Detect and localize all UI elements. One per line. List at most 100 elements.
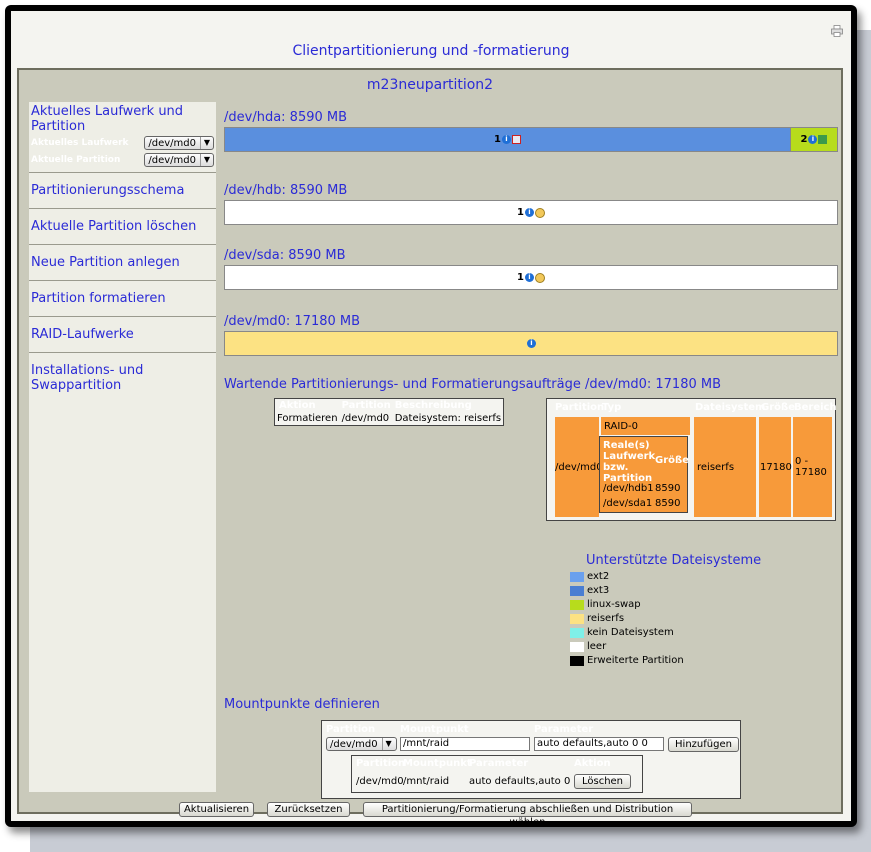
legend-swatch xyxy=(570,627,584,638)
drive-bar-hdb: 1i xyxy=(224,200,838,225)
column-header: Mountpunkt xyxy=(400,724,469,735)
drive-label-md0: /dev/md0: 17180 MB xyxy=(224,314,361,329)
column-header: Dateisystem xyxy=(695,402,766,413)
column-header: Größe xyxy=(655,455,689,466)
legend-swatch xyxy=(570,655,584,666)
column-header: Parameter xyxy=(469,758,529,769)
current-drive-label: Aktuelles Laufwerk xyxy=(31,138,129,148)
partition-segment[interactable]: 1i xyxy=(225,201,837,224)
column-header: Partition xyxy=(341,400,391,411)
raid-range: 0 - 17180 xyxy=(793,417,832,517)
search-icon[interactable] xyxy=(534,207,545,218)
sidebar-item-label: Partition formatieren xyxy=(31,291,166,306)
raid-size: 17180 xyxy=(759,417,792,517)
drive-label-sda: /dev/sda: 8590 MB xyxy=(224,248,346,263)
current-drive-select[interactable]: /dev/md0 ▼ xyxy=(144,136,214,150)
mount-panel: Partition Mountpunkt Parameter /dev/md0 ▼… xyxy=(321,720,741,799)
mount-partition-select[interactable]: /dev/md0 ▼ xyxy=(326,737,397,751)
sidebar-item-label: Neue Partition anlegen xyxy=(31,255,180,270)
mount-row-mountpoint: /mnt/raid xyxy=(403,776,450,787)
legend-item: leer xyxy=(570,641,606,652)
raid-range-value: 0 - 17180 xyxy=(795,456,827,478)
info-icon[interactable]: i xyxy=(527,339,536,348)
column-header: Partition xyxy=(555,402,605,413)
parameter-input[interactable]: auto defaults,auto 0 0 xyxy=(534,737,664,751)
drive-label-hda: /dev/hda: 8590 MB xyxy=(224,110,348,125)
legend-swatch xyxy=(570,571,584,582)
info-icon[interactable]: i xyxy=(808,135,818,144)
jobs-heading: Wartende Partitionierungs- und Formatier… xyxy=(224,377,722,392)
printer-icon[interactable] xyxy=(831,25,843,37)
current-drive-heading[interactable]: Aktuelles Laufwerk und Partition xyxy=(31,104,214,134)
current-partition-select[interactable]: /dev/md0 ▼ xyxy=(144,153,214,167)
raid-member-size: 8590 xyxy=(655,498,681,509)
raid-member-device: /dev/sda1 xyxy=(603,498,653,509)
column-header: Reale(s) Laufwerk bzw. Partition xyxy=(603,440,656,484)
mount-heading: Mountpunkte definieren xyxy=(224,697,380,712)
legend-item: reiserfs xyxy=(570,613,624,624)
legend-label: leer xyxy=(587,641,607,652)
raid-type-value: RAID-0 xyxy=(604,420,639,432)
swap-icon[interactable] xyxy=(818,135,828,144)
column-header: Größe xyxy=(761,402,795,413)
mount-list-table: Partition Mountpunkt Parameter Aktion /d… xyxy=(351,755,643,793)
sidebar-item-partitioning-scheme[interactable]: Partitionierungsschema xyxy=(29,173,216,209)
delete-mountpoint-button[interactable]: Löschen xyxy=(574,774,631,789)
legend-label: linux-swap xyxy=(587,599,641,610)
info-icon[interactable]: i xyxy=(501,135,511,144)
column-header: Beschreibung xyxy=(394,400,472,411)
finish-button[interactable]: Partitionierung/Formatierung abschließen… xyxy=(363,802,692,828)
chevron-down-icon: ▼ xyxy=(381,738,395,750)
column-header: Typ xyxy=(602,402,622,413)
mountpoint-input[interactable]: /mnt/raid xyxy=(400,737,530,751)
refresh-button[interactable]: Aktualisieren xyxy=(179,802,254,817)
info-icon[interactable]: i xyxy=(524,208,534,217)
add-mountpoint-button[interactable]: Hinzufügen xyxy=(668,737,739,752)
panel-title: m23neupartition2 xyxy=(366,77,494,93)
legend-label: Erweiterte Partition xyxy=(587,655,684,666)
legend-label: ext2 xyxy=(587,571,610,582)
legend-item: ext3 xyxy=(570,585,609,596)
column-header: Aktion xyxy=(574,758,611,769)
partition-segment[interactable]: 1i xyxy=(225,266,837,289)
sidebar-item-format-partition[interactable]: Partition formatieren xyxy=(29,281,216,317)
table-row: Formatieren /dev/md0 Dateisystem: reiser… xyxy=(275,412,504,426)
sidebar-item-new-partition[interactable]: Neue Partition anlegen xyxy=(29,245,216,281)
legend-label: ext3 xyxy=(587,585,610,596)
info-icon[interactable]: i xyxy=(524,273,534,282)
format-icon[interactable] xyxy=(511,135,521,144)
chevron-down-icon: ▼ xyxy=(200,154,213,166)
legend-swatch xyxy=(570,613,584,624)
raid-member-size: 8590 xyxy=(655,483,681,494)
chevron-down-icon: ▼ xyxy=(200,137,213,149)
sidebar-item-label: RAID-Laufwerke xyxy=(31,327,134,342)
main-panel: m23neupartition2 Aktuelles Laufwerk und … xyxy=(17,68,843,828)
column-header: Parameter xyxy=(534,724,594,735)
legend-label: reiserfs xyxy=(587,613,625,624)
sidebar-item-label: Partitionierungsschema xyxy=(31,183,185,198)
window-frame: Clientpartitionierung und -formatierung … xyxy=(5,5,857,828)
current-drive-value: /dev/md0 xyxy=(148,137,196,149)
partition-number: 1 xyxy=(493,134,501,145)
partition-segment[interactable]: 1i xyxy=(225,128,790,151)
current-partition-label: Aktuelle Partition xyxy=(31,155,121,165)
sidebar: Aktuelles Laufwerk und Partition Aktuell… xyxy=(29,102,216,792)
reset-button[interactable]: Zurücksetzen xyxy=(267,802,350,817)
column-header: Bereich xyxy=(794,402,837,413)
column-header: Aktion xyxy=(279,400,316,411)
search-icon[interactable] xyxy=(534,272,545,283)
partition-number: 2 xyxy=(800,134,808,145)
legend-swatch xyxy=(570,585,584,596)
raid-partition-value: /dev/md0 xyxy=(555,461,603,473)
raid-table: Partition Typ Dateisystem Größe Bereich … xyxy=(546,398,837,521)
partition-segment[interactable]: i xyxy=(225,332,837,355)
sidebar-item-install-swap[interactable]: Installations- und Swappartition xyxy=(29,353,216,403)
drive-bar-hda: 1i 2i xyxy=(224,127,838,152)
sidebar-item-raid[interactable]: RAID-Laufwerke xyxy=(29,317,216,353)
partition-segment[interactable]: 2i xyxy=(789,128,837,151)
sidebar-item-label: Installations- und Swappartition xyxy=(31,363,144,393)
mount-row-partition: /dev/md0 xyxy=(356,776,404,787)
column-header: Mountpunkt xyxy=(403,758,472,769)
legend-item: kein Dateisystem xyxy=(570,627,674,638)
sidebar-item-delete-partition[interactable]: Aktuelle Partition löschen xyxy=(29,209,216,245)
